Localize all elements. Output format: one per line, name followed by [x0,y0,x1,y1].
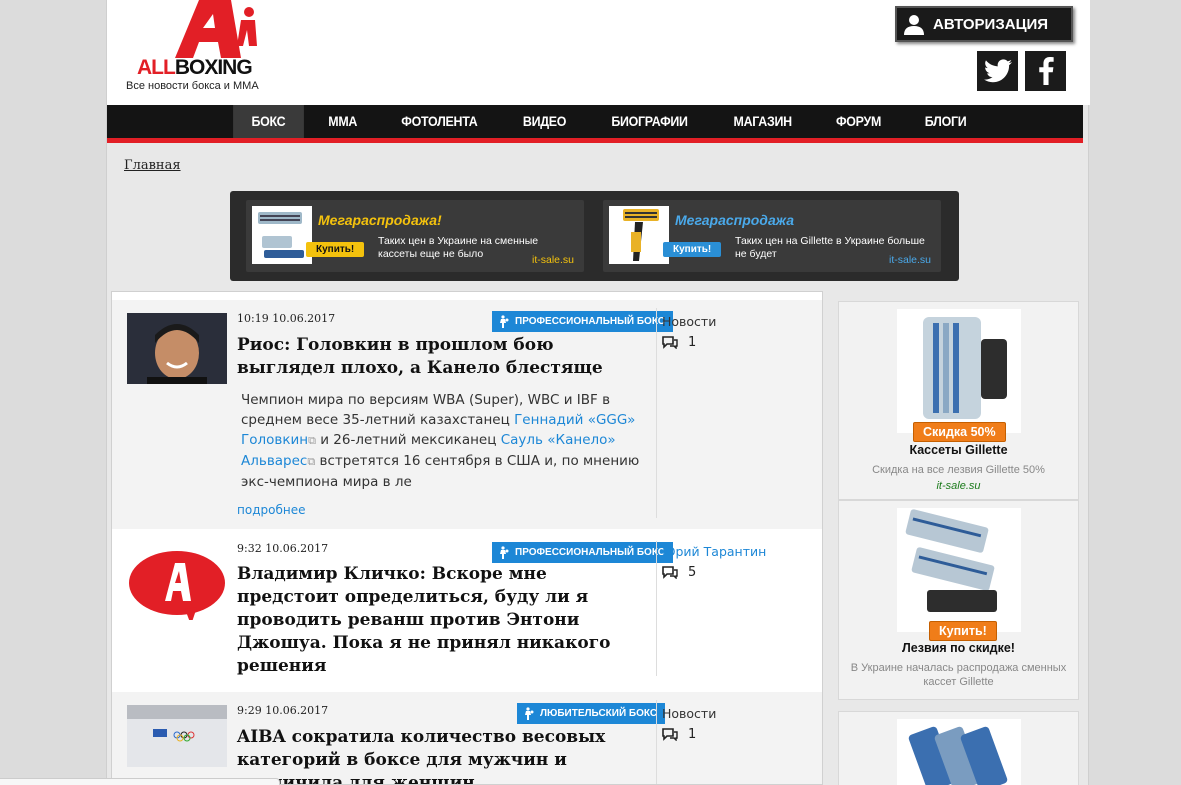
category-badge[interactable]: ПРОФЕССИОНАЛЬНЫЙ БОКС [492,311,674,332]
ad-banner: Купить! Мегараспродажа! Таких цен в Укра… [230,191,959,281]
sidebar-ad-description: В Украине началась распродажа сменных ка… [850,662,1067,688]
nav-item-photo[interactable]: ФОТОЛЕНТА [383,105,496,138]
news-title[interactable]: Владимир Кличко: Вскоре мне предстоит оп… [237,563,647,678]
razor-blades-icon [897,508,1021,632]
category-label: ЛЮБИТЕЛЬСКИЙ БОКС [540,708,658,719]
comment-count[interactable]: 1 [662,727,696,742]
news-title[interactable]: AIBA сократила количество весовых катего… [237,726,647,784]
external-link-icon: ⧉ [308,434,316,447]
breadcrumb-home[interactable]: Главная [124,158,181,173]
news-photo[interactable] [127,313,227,384]
sidebar-ad[interactable]: Купить! Лезвия по скидке! В Украине нача… [838,500,1079,700]
ad-tile[interactable]: Купить! Мегараспродажа! Таких цен в Укра… [246,200,584,272]
sidebar-ad-title[interactable]: Кассеты Gillette [839,443,1078,457]
ad-site[interactable]: it-sale.su [889,254,931,266]
razor-blades-icon [897,719,1021,785]
nav-item-video[interactable]: ВИДЕО [504,105,584,138]
divider [656,308,657,518]
news-author[interactable]: Юрий Тарантин [662,544,766,559]
read-more-link[interactable]: подробнее [237,503,305,517]
auth-label: АВТОРИЗАЦИЯ [933,15,1049,33]
ad-buy-button[interactable]: Купить! [663,242,722,257]
sidebar-ad-description: Скидка на все лезвия Gillette 50% [872,464,1045,476]
user-icon [904,15,924,35]
news-item: 9:32 10.06.2017 ПРОФЕССИОНАЛЬНЫЙ БОКС Вл… [112,529,822,692]
comments-icon [662,728,678,741]
discount-badge[interactable]: Скидка 50% [913,422,1006,442]
boxer-icon [500,545,509,559]
news-time: 10:19 10.06.2017 [237,312,336,325]
comment-count[interactable]: 5 [662,565,696,580]
ad-site[interactable]: it-sale.su [532,254,574,266]
sidebar-ad-title[interactable]: Лезвия по скидке! [839,641,1078,655]
news-title[interactable]: Риос: Головкин в прошлом бою выглядел пл… [237,334,647,380]
category-label: ПРОФЕССИОНАЛЬНЫЙ БОКС [515,316,666,327]
nav-item-forum[interactable]: ФОРУМ [818,105,900,138]
category-badge[interactable]: ЛЮБИТЕЛЬСКИЙ БОКС [517,703,666,724]
comment-count[interactable]: 1 [662,335,696,350]
news-item: 9:29 10.06.2017 ЛЮБИТЕЛЬСКИЙ БОКС AIBA с… [112,692,822,784]
excerpt-text: и 26-летний мексиканец [315,432,501,448]
facebook-button[interactable] [1025,51,1066,91]
nav-item-blogs[interactable]: БЛОГИ [907,105,985,138]
twitter-icon [983,59,1012,83]
news-time: 9:29 10.06.2017 [237,704,329,717]
logo-boxing: BOXING [174,56,253,79]
news-list: 10:19 10.06.2017 ПРОФЕССИОНАЛЬНЫЙ БОКС Р… [111,291,823,785]
ad-title: Мегараспродажа! [318,212,442,228]
category-badge[interactable]: ПРОФЕССИОНАЛЬНЫЙ БОКС [492,542,674,563]
buy-badge[interactable]: Купить! [929,621,997,641]
main-nav: БОКС ММА ФОТОЛЕНТА ВИДЕО БИОГРАФИИ МАГАЗ… [107,105,1083,143]
nav-item-biographies[interactable]: БИОГРАФИИ [593,105,706,138]
comment-count-value: 5 [688,565,697,580]
category-label: ПРОФЕССИОНАЛЬНЫЙ БОКС [515,547,666,558]
sidebar-ad-site[interactable]: it-sale.su [839,480,1078,492]
razor-icon [609,206,669,264]
facebook-icon [1038,57,1054,85]
boxer-icon [500,314,509,328]
ad-tile[interactable]: Купить! Мегараспродажа Таких цен на Gill… [603,200,941,272]
news-time: 9:32 10.06.2017 [237,542,329,555]
comments-icon [662,566,678,579]
logo-all: ALL [137,56,176,79]
news-excerpt: Чемпион мира по версиям WBA (Super), WBC… [241,390,641,492]
comment-count-value: 1 [688,727,697,742]
sidebar-ad[interactable]: Скидка 50% Кассеты Gillette Скидка на вс… [838,301,1079,500]
browser-status-strip [0,778,280,785]
logo-text[interactable]: ALLBOXING [137,56,253,80]
header: ALLBOXING Все новости бокса и ММА АВТОРИ… [107,0,1090,105]
auth-button[interactable]: АВТОРИЗАЦИЯ [895,6,1073,42]
razor-cartridge-icon [897,309,1021,433]
allboxing-placeholder-icon[interactable] [127,549,227,620]
sidebar-ads: Скидка 50% Кассеты Gillette Скидка на вс… [838,301,1079,785]
comment-count-value: 1 [688,335,697,350]
page: ALLBOXING Все новости бокса и ММА АВТОРИ… [106,0,1090,785]
nav-item-boxing[interactable]: БОКС [233,105,304,138]
ad-title: Мегараспродажа [675,212,795,228]
comments-icon [662,336,678,349]
news-photo[interactable] [127,705,227,767]
divider [656,700,657,784]
news-source: Новости [662,706,717,721]
tagline: Все новости бокса и ММА [126,80,259,92]
boxer-icon [525,706,534,720]
nav-item-shop[interactable]: МАГАЗИН [715,105,810,138]
nav-item-mma[interactable]: ММА [310,105,376,138]
news-source: Новости [662,314,717,329]
divider [656,541,657,676]
twitter-button[interactable] [977,51,1018,91]
razor-cartridge-icon [252,206,312,264]
news-item: 10:19 10.06.2017 ПРОФЕССИОНАЛЬНЫЙ БОКС Р… [112,300,822,529]
ad-buy-button[interactable]: Купить! [306,242,365,257]
sidebar-ad[interactable] [838,711,1079,785]
